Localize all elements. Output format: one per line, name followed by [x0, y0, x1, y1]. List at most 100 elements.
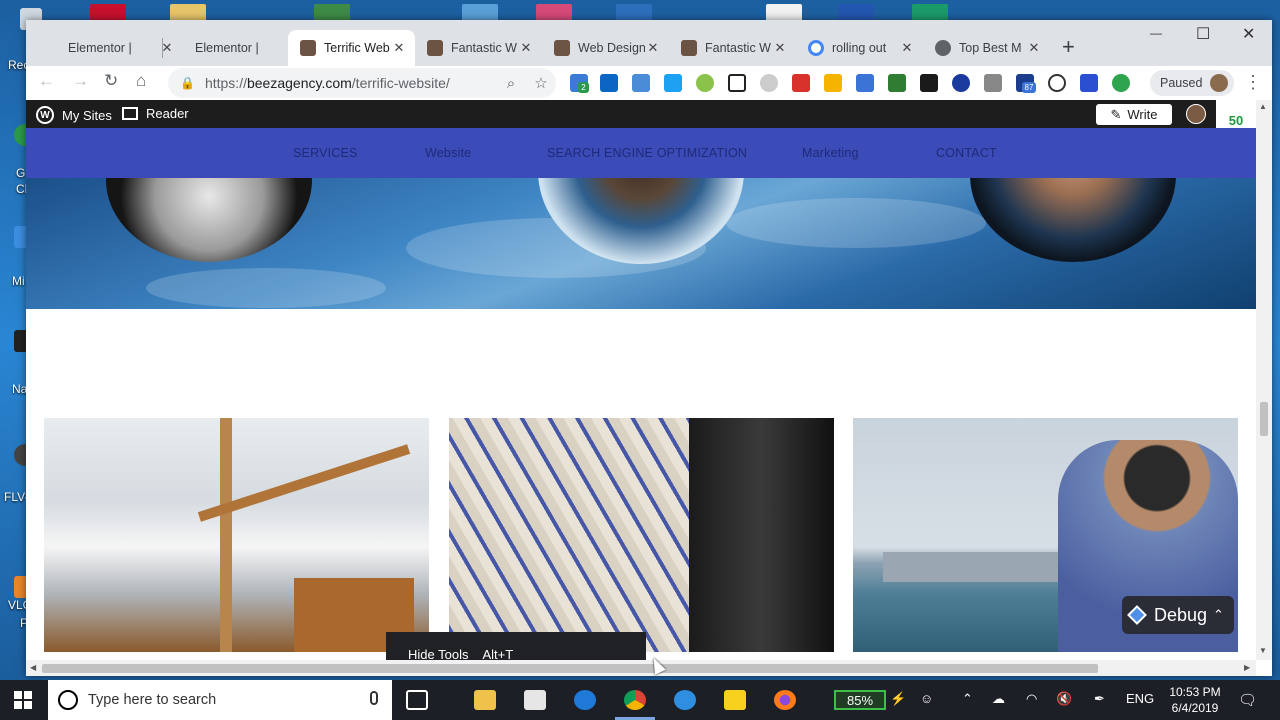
extension-icon[interactable] [792, 74, 810, 92]
input-language[interactable]: ENG [1126, 691, 1154, 706]
windows-start-icon[interactable] [14, 691, 32, 709]
wifi-icon[interactable]: ◠ [1026, 691, 1037, 707]
globe-icon [935, 40, 951, 56]
extension-icon[interactable] [888, 74, 906, 92]
new-tab-button[interactable]: + [1062, 34, 1075, 60]
tab-top-best[interactable]: Top Best M ✕ [923, 30, 1050, 66]
iq-icon[interactable] [856, 74, 874, 92]
tab-title: rolling out [832, 41, 887, 55]
extension-badge: 87 [1022, 82, 1036, 93]
vertical-scrollbar[interactable]: ▲ ▼ [1256, 100, 1272, 660]
task-view-icon[interactable] [406, 690, 428, 710]
extension-icon[interactable] [696, 74, 714, 92]
search-placeholder: Type here to search [88, 692, 217, 708]
tab-terrific-website[interactable]: Terrific Web ✕ [288, 30, 415, 66]
close-tab-icon[interactable]: ✕ [1026, 40, 1042, 56]
debug-button[interactable]: Debug ⌃ [1122, 596, 1234, 634]
scroll-up-icon[interactable]: ▲ [1259, 102, 1267, 111]
extension-icon[interactable] [1080, 74, 1098, 92]
chevron-up-icon[interactable]: ⌃ [962, 691, 973, 707]
minimize-button[interactable]: — [1150, 26, 1162, 40]
nav-marketing[interactable]: Marketing [802, 146, 859, 160]
address-bar[interactable]: 🔒 https://beezagency.com/terrific-websit… [168, 68, 556, 98]
nav-services[interactable]: SERVICES [293, 146, 358, 160]
taskbar-search-box[interactable]: Type here to search [48, 680, 392, 720]
page-viewport: W My Sites Reader ✎ Write 50 SERVICES We… [26, 100, 1272, 676]
tab-title: Fantastic W [451, 41, 517, 55]
extension-icon[interactable] [952, 74, 970, 92]
chrome-icon[interactable] [624, 690, 646, 710]
tab-title: Fantastic W [705, 41, 771, 55]
bookmark-star-icon[interactable]: ☆ [526, 74, 556, 92]
wp-admin-bar: W My Sites Reader ✎ Write 50 [26, 100, 1256, 140]
scroll-right-icon[interactable]: ▶ [1244, 663, 1250, 672]
sticky-notes-icon[interactable] [724, 690, 746, 710]
forward-button[interactable]: → [72, 71, 89, 91]
extension-icon[interactable] [984, 74, 1002, 92]
extension-icon[interactable] [920, 74, 938, 92]
close-tab-icon[interactable]: ✕ [772, 40, 788, 56]
extension-icon[interactable] [632, 74, 650, 92]
reload-button[interactable]: ↻ [104, 71, 118, 91]
pen-icon[interactable]: ✒ [1094, 691, 1105, 707]
maximize-button[interactable]: ☐ [1196, 24, 1210, 44]
tab-fantastic-1[interactable]: Fantastic W ✕ [415, 30, 542, 66]
close-window-button[interactable]: ✕ [1242, 24, 1255, 44]
scroll-thumb[interactable] [1260, 402, 1268, 436]
home-button[interactable]: ⌂ [136, 71, 146, 91]
tab-elementor-1[interactable]: Elementor | ✕ [56, 30, 183, 66]
my-sites-menu[interactable]: W My Sites [36, 106, 112, 124]
close-tab-icon[interactable]: ✕ [391, 40, 407, 56]
close-tab-icon[interactable]: ✕ [899, 40, 915, 56]
debug-label: Debug [1154, 604, 1208, 625]
chrome-menu-icon[interactable]: ⋮ [1244, 72, 1262, 93]
profile-status: Paused [1160, 76, 1203, 90]
url-scheme: https:// [204, 75, 247, 91]
scroll-thumb[interactable] [42, 664, 1098, 673]
edge-icon[interactable] [574, 690, 596, 710]
avatar[interactable] [1186, 104, 1206, 124]
internet-explorer-icon[interactable] [674, 690, 696, 710]
notifications-icon[interactable]: 🗨 [1238, 691, 1257, 709]
battery-indicator[interactable]: 85% [834, 690, 886, 710]
zoom-icon[interactable]: ⌕ [496, 75, 526, 92]
extension-icon[interactable] [824, 74, 842, 92]
power-plug-icon[interactable]: ⚡ [890, 691, 906, 707]
profile-paused-button[interactable]: Paused [1150, 70, 1234, 96]
twitter-icon[interactable] [664, 74, 682, 92]
close-tab-icon[interactable]: ✕ [518, 40, 534, 56]
tab-strip: Elementor | ✕ Elementor | ✕ Terrific Web… [26, 20, 1272, 66]
file-explorer-icon[interactable] [474, 690, 496, 710]
linkedin-icon[interactable] [600, 74, 618, 92]
write-icon: ✎ [1110, 106, 1122, 122]
avatar [1210, 74, 1229, 92]
nav-contact[interactable]: CONTACT [936, 146, 997, 160]
reader-menu[interactable]: Reader [122, 106, 189, 121]
wordpress-icon: W [36, 106, 54, 124]
speedometer-icon[interactable] [1048, 74, 1066, 92]
tab-google-search[interactable]: rolling out ✕ [796, 30, 923, 66]
cube-icon[interactable] [728, 74, 746, 92]
horizontal-scrollbar[interactable]: ◀ ▶ [26, 660, 1256, 676]
rope-coil-image[interactable] [449, 418, 834, 652]
dark-rope-shape [689, 418, 834, 652]
extension-icon[interactable] [1112, 74, 1130, 92]
microsoft-store-icon[interactable] [524, 690, 546, 710]
extension-icon[interactable] [760, 74, 778, 92]
microphone-icon[interactable] [370, 691, 378, 705]
firefox-icon[interactable] [774, 690, 796, 710]
tab-web-design[interactable]: Web Design ✕ [542, 30, 669, 66]
nav-seo[interactable]: SEARCH ENGINE OPTIMIZATION [547, 146, 747, 160]
sailboat-deck-image[interactable] [44, 418, 429, 652]
nav-website[interactable]: Website [425, 146, 471, 160]
scroll-left-icon[interactable]: ◀ [30, 663, 36, 672]
volume-muted-icon[interactable]: 🔇 [1056, 691, 1072, 707]
back-button[interactable]: ← [38, 71, 55, 91]
onedrive-cloud-icon[interactable]: ☁ [992, 691, 1005, 707]
tab-fantastic-2[interactable]: Fantastic W ✕ [669, 30, 796, 66]
people-icon[interactable]: ☺ [920, 691, 933, 706]
write-button[interactable]: ✎ Write [1096, 104, 1172, 125]
system-clock[interactable]: 10:53 PM 6/4/2019 [1160, 684, 1230, 716]
close-tab-icon[interactable]: ✕ [645, 40, 661, 56]
scroll-down-icon[interactable]: ▼ [1259, 646, 1267, 655]
